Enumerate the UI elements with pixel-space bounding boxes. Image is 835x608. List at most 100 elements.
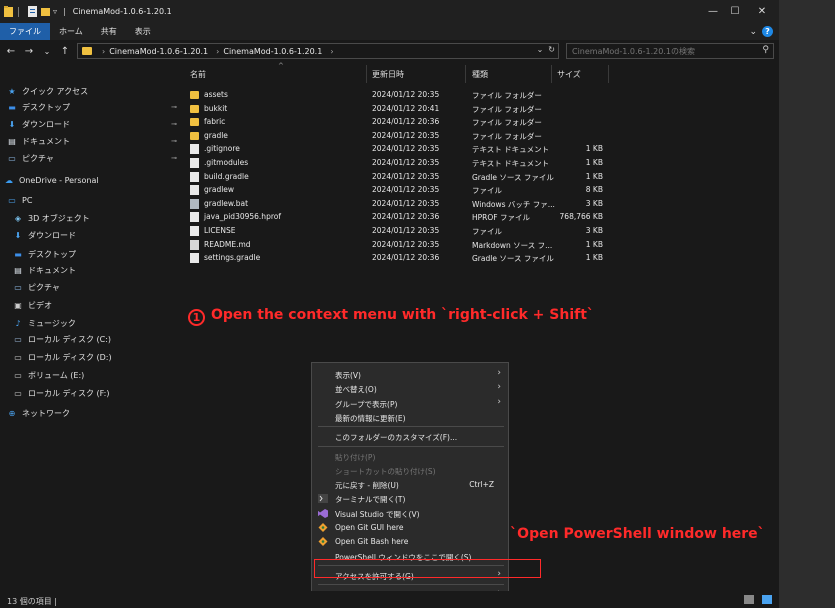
sidebar-item[interactable]: ▭ ローカル ディスク (F:) — [0, 386, 183, 400]
search-input[interactable] — [572, 46, 757, 56]
file-row[interactable]: java_pid30956.hprof 2024/01/12 20:36 HPROF… — [183, 210, 779, 223]
sidebar-item[interactable]: ⊕ ネットワーク — [0, 406, 183, 420]
column-divider[interactable] — [551, 65, 552, 83]
sidebar-item[interactable]: ☁ OneDrive - Personal — [0, 173, 183, 187]
sidebar-item[interactable]: ▤ ドキュメント ⊸ — [0, 134, 183, 148]
refresh-icon[interactable]: ↻ — [548, 45, 555, 54]
sidebar-item[interactable]: ◈ 3D オブジェクト — [0, 211, 183, 225]
sidebar-item[interactable]: ★ クイック アクセス — [0, 84, 183, 98]
sidebar-item-label: ドキュメント — [22, 136, 70, 146]
column-header-name[interactable]: 名前 — [190, 69, 206, 80]
large-icons-view-icon[interactable] — [762, 595, 772, 604]
file-size: 3 KB — [585, 198, 603, 208]
file-row[interactable]: README.md 2024/01/12 20:35 Markdown ソース フ.… — [183, 238, 779, 251]
details-view-icon[interactable] — [744, 595, 754, 604]
expand-ribbon-icon[interactable]: ⌄ — [749, 27, 757, 37]
sidebar-item[interactable]: ▣ ビデオ — [0, 298, 183, 312]
sidebar-item-label: ドキュメント — [28, 265, 76, 275]
file-type: ファイル フォルダー — [472, 118, 542, 128]
file-row[interactable]: .gitignore 2024/01/12 20:35 テキスト ドキュメント 1 K… — [183, 142, 779, 155]
context-menu-item[interactable]: 表示(V) › — [312, 367, 508, 382]
file-row[interactable]: fabric 2024/01/12 20:36 ファイル フォルダー — [183, 115, 779, 128]
column-header-type[interactable]: 種類 — [472, 69, 488, 80]
title-bar[interactable]: ▿ | CinemaMod-1.0.6-1.20.1 — ☐ ✕ — [0, 0, 779, 23]
column-header-size[interactable]: サイズ — [557, 69, 581, 80]
file-row[interactable]: settings.gradle 2024/01/12 20:36 Gradle ソー… — [183, 251, 779, 264]
sidebar-item-label: ボリューム (E:) — [28, 370, 85, 380]
sidebar-item[interactable]: ▬ デスクトップ — [0, 247, 183, 261]
file-name: README.md — [204, 239, 251, 249]
breadcrumb-item[interactable]: CinemaMod-1.0.6-1.20.1 — [223, 47, 322, 56]
file-size: 8 KB — [585, 185, 603, 195]
sidebar-item[interactable]: ▭ PC — [0, 193, 183, 207]
tab-share[interactable]: 共有 — [92, 23, 126, 40]
sidebar-item[interactable]: ▭ ピクチャ — [0, 280, 183, 294]
file-row[interactable]: gradlew.bat 2024/01/12 20:35 Windows バッチ フ… — [183, 197, 779, 210]
git-icon — [318, 537, 328, 547]
recent-locations-button[interactable]: ⌄ — [40, 47, 54, 56]
sidebar-item[interactable]: ▭ ローカル ディスク (C:) — [0, 332, 183, 346]
file-row[interactable]: LICENSE 2024/01/12 20:35 ファイル 3 KB — [183, 224, 779, 237]
chevron-right-icon: › — [497, 382, 501, 393]
context-menu-item[interactable]: グループで表示(P) › — [312, 396, 508, 411]
column-divider[interactable] — [465, 65, 466, 83]
context-menu-item[interactable]: ターミナルで開く(T) — [312, 491, 508, 506]
column-divider[interactable] — [608, 65, 609, 83]
sidebar-item[interactable]: ♪ ミュージック — [0, 316, 183, 330]
folder-icon — [4, 6, 13, 17]
breadcrumb-item[interactable]: CinemaMod-1.0.6-1.20.1 — [109, 47, 208, 56]
sidebar-item-label: デスクトップ — [22, 102, 70, 112]
context-menu-item[interactable]: Open Git GUI here — [312, 520, 508, 535]
sidebar-item[interactable]: ⬇ ダウンロード — [0, 228, 183, 242]
context-menu-item[interactable]: Visual Studio で開く(V) — [312, 506, 508, 521]
properties-icon[interactable] — [28, 6, 37, 17]
up-button[interactable]: ↑ — [58, 46, 72, 57]
sidebar-item[interactable]: ▬ デスクトップ ⊸ — [0, 100, 183, 114]
file-date: 2024/01/12 20:35 — [372, 171, 440, 181]
forward-button[interactable]: → — [22, 46, 36, 57]
menu-shortcut: Ctrl+Z — [469, 480, 494, 490]
help-icon[interactable]: ? — [762, 26, 773, 37]
context-menu-item[interactable]: 最新の情報に更新(E) — [312, 410, 508, 425]
file-row[interactable]: gradle 2024/01/12 20:35 ファイル フォルダー — [183, 129, 779, 142]
sidebar-item[interactable]: ▭ ピクチャ ⊸ — [0, 151, 183, 165]
address-bar[interactable]: › CinemaMod-1.0.6-1.20.1 › CinemaMod-1.0… — [77, 43, 559, 59]
file-row[interactable]: .gitmodules 2024/01/12 20:35 テキスト ドキュメント 1 … — [183, 156, 779, 169]
file-type: HPROF ファイル — [472, 213, 530, 223]
chevron-right-icon[interactable]: › — [216, 47, 219, 56]
file-size: 1 KB — [585, 144, 603, 154]
tab-view[interactable]: 表示 — [126, 23, 160, 40]
context-menu-item[interactable]: 元に戻す - 削除(U) Ctrl+Z — [312, 477, 508, 492]
sidebar-item[interactable]: ⬇ ダウンロード ⊸ — [0, 117, 183, 131]
ribbon-right: ⌄ ? — [749, 26, 773, 37]
file-size: 1 KB — [585, 239, 603, 249]
column-divider[interactable] — [366, 65, 367, 83]
sidebar-item[interactable]: ▭ ボリューム (E:) — [0, 368, 183, 382]
file-row[interactable]: bukkit 2024/01/12 20:41 ファイル フォルダー — [183, 102, 779, 115]
column-header-date[interactable]: 更新日時 — [372, 69, 404, 80]
chevron-down-icon[interactable]: ⌄ — [537, 45, 544, 54]
sidebar-item[interactable]: ▤ ドキュメント — [0, 263, 183, 277]
tab-file[interactable]: ファイル — [0, 23, 50, 40]
quick-access-customize-icon[interactable]: ▿ — [53, 7, 57, 16]
file-name: gradlew.bat — [204, 198, 249, 208]
file-row[interactable]: gradlew 2024/01/12 20:35 ファイル 8 KB — [183, 183, 779, 196]
file-row[interactable]: build.gradle 2024/01/12 20:35 Gradle ソース フ… — [183, 170, 779, 183]
close-button[interactable]: ✕ — [745, 0, 779, 23]
file-icon — [190, 212, 199, 223]
context-menu-item: 貼り付け(P) — [312, 449, 508, 464]
context-menu-item[interactable]: Open Git Bash here — [312, 534, 508, 549]
sidebar-item[interactable]: ▭ ローカル ディスク (D:) — [0, 350, 183, 364]
sidebar-item-label: OneDrive - Personal — [19, 175, 99, 185]
context-menu-item[interactable]: このフォルダーのカスタマイズ(F)... — [312, 429, 508, 444]
sidebar-item-label: ビデオ — [28, 300, 52, 310]
context-menu-item[interactable]: 並べ替え(O) › — [312, 381, 508, 396]
chevron-right-icon[interactable]: › — [330, 47, 333, 56]
chevron-right-icon[interactable]: › — [102, 47, 105, 56]
file-row[interactable]: assets 2024/01/12 20:35 ファイル フォルダー — [183, 88, 779, 101]
search-icon[interactable]: ⚲ — [762, 45, 769, 55]
search-box[interactable]: ⚲ — [566, 43, 774, 59]
back-button[interactable]: ← — [4, 46, 18, 57]
new-folder-icon[interactable] — [41, 6, 50, 17]
tab-home[interactable]: ホーム — [50, 23, 92, 40]
